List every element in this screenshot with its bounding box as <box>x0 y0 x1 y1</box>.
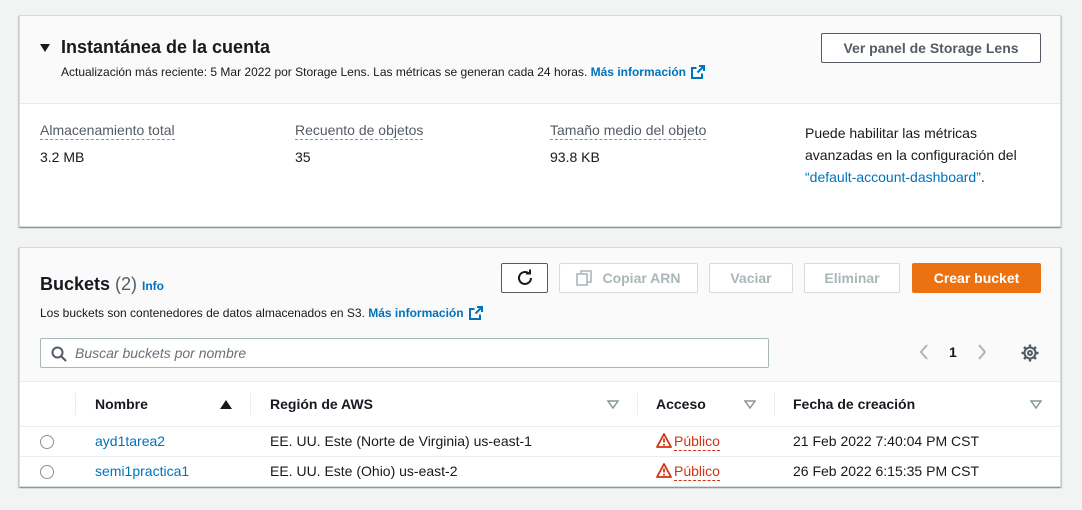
column-divider <box>774 393 775 415</box>
column-divider <box>250 393 251 415</box>
metric-value: 93.8 KB <box>550 149 600 165</box>
bucket-name-link[interactable]: semi1practica1 <box>95 463 189 479</box>
access-status: Público <box>656 433 720 451</box>
buckets-panel: Buckets (2) Info Los buckets son contene… <box>19 247 1061 487</box>
sort-ascending-icon[interactable] <box>220 400 232 410</box>
column-header-created[interactable]: Fecha de creación <box>774 382 1060 426</box>
buckets-description: Los buckets son contenedores de datos al… <box>40 306 483 320</box>
row-select-radio[interactable] <box>40 435 54 450</box>
more-info-link[interactable]: Más información <box>591 65 705 79</box>
advanced-metrics-note: Puede habilitar las métricas avanzadas e… <box>805 122 1045 188</box>
gear-icon[interactable] <box>1021 344 1039 362</box>
column-header-region[interactable]: Región de AWS <box>250 382 637 426</box>
bucket-region: EE. UU. Este (Ohio) us-east-2 <box>270 463 458 480</box>
empty-button[interactable]: Vaciar <box>709 263 793 293</box>
column-header-name[interactable]: Nombre <box>75 382 250 426</box>
more-info-label: Más información <box>368 306 464 320</box>
snapshot-description-text: Actualización más reciente: 5 Mar 2022 p… <box>61 65 588 79</box>
access-label[interactable]: Público <box>674 433 720 451</box>
view-storage-lens-button[interactable]: Ver panel de Storage Lens <box>821 33 1041 63</box>
snapshot-description: Actualización más reciente: 5 Mar 2022 p… <box>61 65 705 79</box>
advanced-metrics-end: . <box>980 169 985 185</box>
snapshot-header: Instantánea de la cuenta Actualización m… <box>20 16 1060 104</box>
column-label: Región de AWS <box>270 395 373 412</box>
copy-arn-label: Copiar ARN <box>602 270 681 286</box>
warning-icon <box>656 433 672 448</box>
metric-value: 3.2 MB <box>40 149 85 165</box>
buckets-table: Nombre Región de AWS Acceso Fecha de cre… <box>20 382 1060 486</box>
account-snapshot-panel: Instantánea de la cuenta Actualización m… <box>19 15 1061 227</box>
bucket-name-link[interactable]: ayd1tarea2 <box>95 433 165 449</box>
row-select-radio[interactable] <box>40 465 54 480</box>
metric-label[interactable]: Recuento de objetos <box>295 122 424 140</box>
create-bucket-button[interactable]: Crear bucket <box>912 263 1041 293</box>
column-label: Nombre <box>95 395 148 412</box>
external-link-icon <box>691 65 705 79</box>
info-link[interactable]: Info <box>142 279 164 293</box>
buckets-count: (2) <box>115 274 138 294</box>
sort-icon[interactable] <box>1030 400 1042 410</box>
advanced-metrics-text: Puede habilitar las métricas avanzadas e… <box>805 125 1017 163</box>
snapshot-title[interactable]: Instantánea de la cuenta <box>61 37 270 58</box>
metric-label[interactable]: Almacenamiento total <box>40 122 175 140</box>
external-link-icon <box>468 306 483 320</box>
buckets-more-info-link[interactable]: Más información <box>368 306 483 320</box>
column-label: Acceso <box>656 395 706 412</box>
caret-down-icon[interactable] <box>40 44 50 52</box>
warning-icon <box>656 463 672 479</box>
buckets-title: Buckets (2) <box>40 274 137 295</box>
access-label[interactable]: Público <box>674 463 720 482</box>
chevron-left-icon[interactable] <box>918 344 930 360</box>
delete-button[interactable]: Eliminar <box>804 263 900 293</box>
more-info-label: Más información <box>590 65 686 79</box>
metric-total-storage: Almacenamiento total 3.2 MB <box>40 122 175 165</box>
search-input[interactable] <box>75 344 755 362</box>
select-column-header <box>20 382 75 426</box>
bucket-search-field[interactable] <box>40 338 769 368</box>
column-divider <box>75 393 76 415</box>
sort-icon[interactable] <box>744 400 756 410</box>
table-row: semi1practica1 EE. UU. Este (Ohio) us-ea… <box>20 455 1060 486</box>
buckets-header: Buckets (2) Info Los buckets son contene… <box>20 248 1060 382</box>
table-header-row: Nombre Región de AWS Acceso Fecha de cre… <box>20 382 1060 426</box>
column-label: Fecha de creación <box>793 395 916 412</box>
copy-arn-button[interactable]: Copiar ARN <box>559 263 698 293</box>
column-header-access[interactable]: Acceso <box>637 382 774 426</box>
page-number[interactable]: 1 <box>949 344 957 360</box>
creation-date: 26 Feb 2022 6:15:35 PM CST <box>793 463 979 480</box>
metric-avg-object-size: Tamaño medio del objeto 93.8 KB <box>550 122 707 165</box>
buckets-title-text: Buckets <box>40 274 111 294</box>
buckets-description-text: Los buckets son contenedores de datos al… <box>40 306 365 320</box>
pagination: 1 <box>918 344 988 360</box>
table-row: ayd1tarea2 EE. UU. Este (Norte de Virgin… <box>20 425 1060 456</box>
access-status: Público <box>656 463 720 482</box>
copy-icon <box>576 270 593 286</box>
sort-icon[interactable] <box>607 400 619 410</box>
metric-value: 35 <box>295 149 311 165</box>
refresh-icon <box>517 269 532 285</box>
metric-label[interactable]: Tamaño medio del objeto <box>550 122 707 140</box>
search-icon <box>51 346 67 362</box>
chevron-right-icon[interactable] <box>976 344 988 360</box>
bucket-region: EE. UU. Este (Norte de Virginia) us-east… <box>270 433 532 449</box>
metric-object-count: Recuento de objetos 35 <box>295 122 424 165</box>
refresh-button[interactable] <box>501 263 548 293</box>
creation-date: 21 Feb 2022 7:40:04 PM CST <box>793 433 979 449</box>
column-divider <box>637 393 638 415</box>
dashboard-config-link[interactable]: “default-account-dashboard” <box>805 169 981 185</box>
